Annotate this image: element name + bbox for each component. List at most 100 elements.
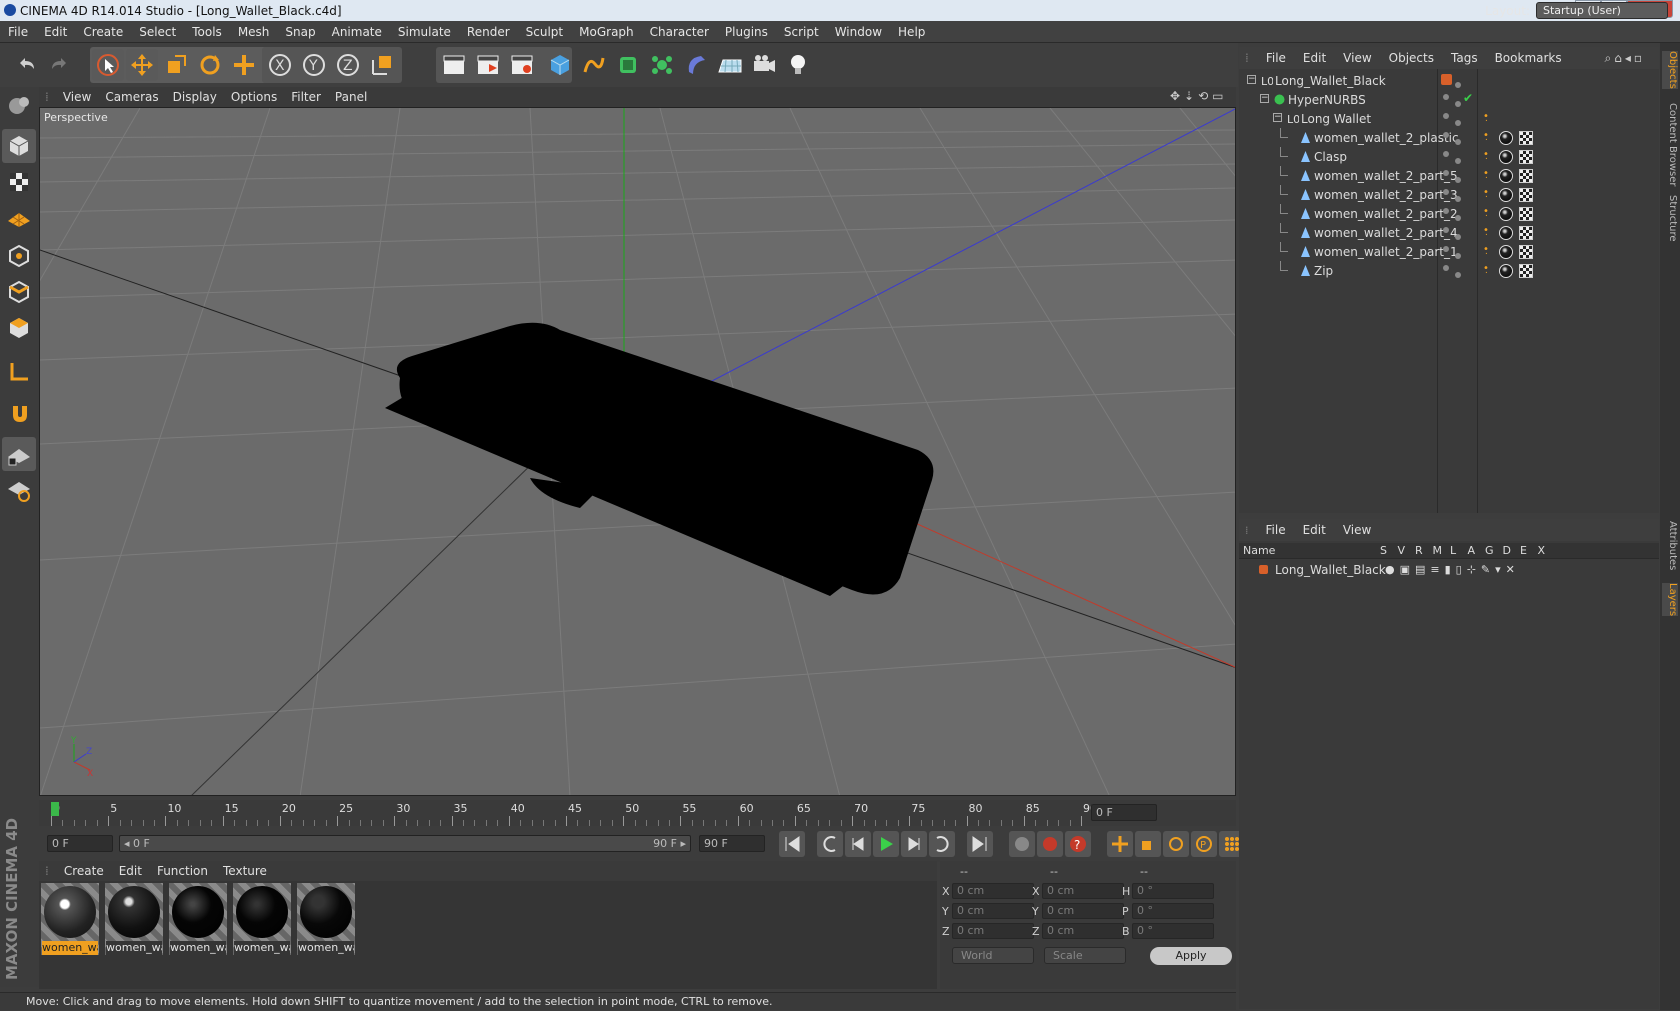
current-frame-field[interactable]: 0 F xyxy=(1091,804,1157,821)
coord-field-rotation[interactable]: 0 ° xyxy=(1132,883,1214,899)
render-visibility-dot[interactable] xyxy=(1455,120,1461,126)
scale-tool[interactable] xyxy=(160,49,192,81)
menu-script[interactable]: Script xyxy=(776,25,827,39)
coord-field-position[interactable]: 0 cm xyxy=(952,883,1034,899)
layer-menu-file[interactable]: File xyxy=(1266,523,1286,537)
enabled-check-icon[interactable]: ✔ xyxy=(1463,91,1473,105)
material-swatch[interactable]: women_wa xyxy=(41,883,99,955)
layer-column-s[interactable]: S xyxy=(1380,544,1387,557)
editor-visibility-dot[interactable] xyxy=(1443,189,1449,195)
play-button[interactable] xyxy=(873,831,899,857)
render-visibility-dot[interactable] xyxy=(1455,253,1461,259)
phong-tag-icon[interactable]: •̣ xyxy=(1483,263,1489,274)
material-swatch[interactable]: women_wa xyxy=(105,883,163,955)
menu-create[interactable]: Create xyxy=(75,25,131,39)
layer-column-name[interactable]: Name xyxy=(1243,544,1275,557)
object-row[interactable]: Clasp •̣ xyxy=(1239,147,1659,167)
autokey-button[interactable] xyxy=(1037,831,1063,857)
viewport-menu-panel[interactable]: Panel xyxy=(335,90,367,104)
render-picture-viewer-button[interactable] xyxy=(472,49,504,81)
redo-button[interactable] xyxy=(44,49,76,81)
previous-frame-button[interactable] xyxy=(845,831,871,857)
perspective-viewport[interactable]: Perspective Y X Z xyxy=(39,107,1236,796)
material-grip[interactable]: ⁞ xyxy=(45,864,49,878)
start-frame-field[interactable]: 0 F xyxy=(47,835,113,852)
workplane-mode-button[interactable] xyxy=(2,201,36,235)
texture-tag-icon[interactable] xyxy=(1519,245,1533,259)
layer-toggle-icons[interactable]: ●▣▤≡▮▯⊹✎▾✕ xyxy=(1385,563,1520,576)
menu-character[interactable]: Character xyxy=(642,25,717,39)
object-row[interactable]: women_wallet_2_part_4 •̣ xyxy=(1239,223,1659,243)
record-keys-button[interactable] xyxy=(1009,831,1035,857)
go-to-end-button[interactable] xyxy=(967,831,993,857)
material-menu-texture[interactable]: Texture xyxy=(223,864,267,878)
render-visibility-dot[interactable] xyxy=(1455,177,1461,183)
z-axis-lock[interactable]: Z xyxy=(332,49,364,81)
viewport-menu-options[interactable]: Options xyxy=(231,90,277,104)
editor-visibility-dot[interactable] xyxy=(1443,208,1449,214)
tab-content-browser[interactable]: Content Browser xyxy=(1662,103,1678,186)
coord-field-size[interactable]: 0 cm xyxy=(1042,883,1124,899)
material-tag-icon[interactable] xyxy=(1499,245,1513,259)
phong-tag-icon[interactable]: •̣ xyxy=(1483,206,1489,217)
add-nurbs-button[interactable] xyxy=(612,49,644,81)
object-row[interactable]: women_wallet_2_part_5 •̣ xyxy=(1239,166,1659,186)
texture-tag-icon[interactable] xyxy=(1519,226,1533,240)
render-visibility-dot[interactable] xyxy=(1455,215,1461,221)
quantize-button[interactable] xyxy=(2,473,36,507)
editor-visibility-dot[interactable] xyxy=(1443,132,1449,138)
layout-dropdown[interactable]: Startup (User) xyxy=(1536,2,1668,19)
snap-button[interactable] xyxy=(2,397,36,431)
position-key-button[interactable] xyxy=(1107,831,1133,857)
end-frame-field[interactable]: 90 F xyxy=(699,835,765,852)
range-slider[interactable]: ◂ 0 F 90 F ▸ xyxy=(119,835,691,852)
material-menu-function[interactable]: Function xyxy=(157,864,208,878)
previous-key-button[interactable] xyxy=(817,831,843,857)
viewport-nav-icons[interactable]: ✥⇣⟲▭ xyxy=(1170,89,1228,103)
texture-tag-icon[interactable] xyxy=(1519,150,1533,164)
editor-visibility-dot[interactable] xyxy=(1443,113,1449,119)
render-visibility-dot[interactable] xyxy=(1455,158,1461,164)
object-row[interactable]: − HyperNURBS ✔ xyxy=(1239,90,1659,110)
phong-tag-icon[interactable]: •̣ xyxy=(1483,225,1489,236)
add-spline-button[interactable] xyxy=(578,49,610,81)
render-visibility-dot[interactable] xyxy=(1455,234,1461,240)
object-row[interactable]: − L0 Long Wallet •̣ xyxy=(1239,109,1659,129)
axis-mode-button[interactable] xyxy=(2,355,36,389)
tab-attributes[interactable]: Attributes xyxy=(1662,521,1678,570)
object-menu-view[interactable]: View xyxy=(1343,51,1371,65)
render-settings-button[interactable] xyxy=(506,49,538,81)
menu-simulate[interactable]: Simulate xyxy=(390,25,459,39)
rotation-key-button[interactable] xyxy=(1163,831,1189,857)
add-array-button[interactable] xyxy=(646,49,678,81)
menu-plugins[interactable]: Plugins xyxy=(717,25,776,39)
object-menu-file[interactable]: File xyxy=(1266,51,1286,65)
menu-edit[interactable]: Edit xyxy=(36,25,75,39)
tab-objects[interactable]: Objects xyxy=(1662,51,1678,89)
editor-visibility-dot[interactable] xyxy=(1443,265,1449,271)
render-visibility-dot[interactable] xyxy=(1455,139,1461,145)
coord-field-position[interactable]: 0 cm xyxy=(952,923,1034,939)
keyframe-selection-button[interactable]: ? xyxy=(1065,831,1091,857)
next-key-button[interactable] xyxy=(929,831,955,857)
material-swatch[interactable]: women_wa xyxy=(233,883,291,955)
menu-tools[interactable]: Tools xyxy=(184,25,230,39)
editor-visibility-dot[interactable] xyxy=(1443,227,1449,233)
object-row[interactable]: women_wallet_2_part_1 •̣ xyxy=(1239,242,1659,262)
size-mode-dropdown[interactable]: Scale xyxy=(1044,947,1126,964)
parameter-key-button[interactable]: P xyxy=(1191,831,1217,857)
layer-column-a[interactable]: A xyxy=(1468,544,1476,557)
recent-tool[interactable] xyxy=(228,49,260,81)
phong-tag-icon[interactable]: •̣ xyxy=(1483,168,1489,179)
editor-visibility-dot[interactable] xyxy=(1443,151,1449,157)
model-mode-button[interactable] xyxy=(2,129,36,163)
viewport-menu-view[interactable]: View xyxy=(63,90,91,104)
object-row[interactable]: Zip •̣ xyxy=(1239,261,1659,281)
menu-render[interactable]: Render xyxy=(459,25,518,39)
coord-field-size[interactable]: 0 cm xyxy=(1042,903,1124,919)
layer-color-swatch[interactable] xyxy=(1441,74,1452,85)
go-to-start-button[interactable] xyxy=(779,831,805,857)
render-visibility-dot[interactable] xyxy=(1455,101,1461,107)
object-row[interactable]: women_wallet_2_plastic •̣ xyxy=(1239,128,1659,148)
editor-visibility-dot[interactable] xyxy=(1443,94,1449,100)
